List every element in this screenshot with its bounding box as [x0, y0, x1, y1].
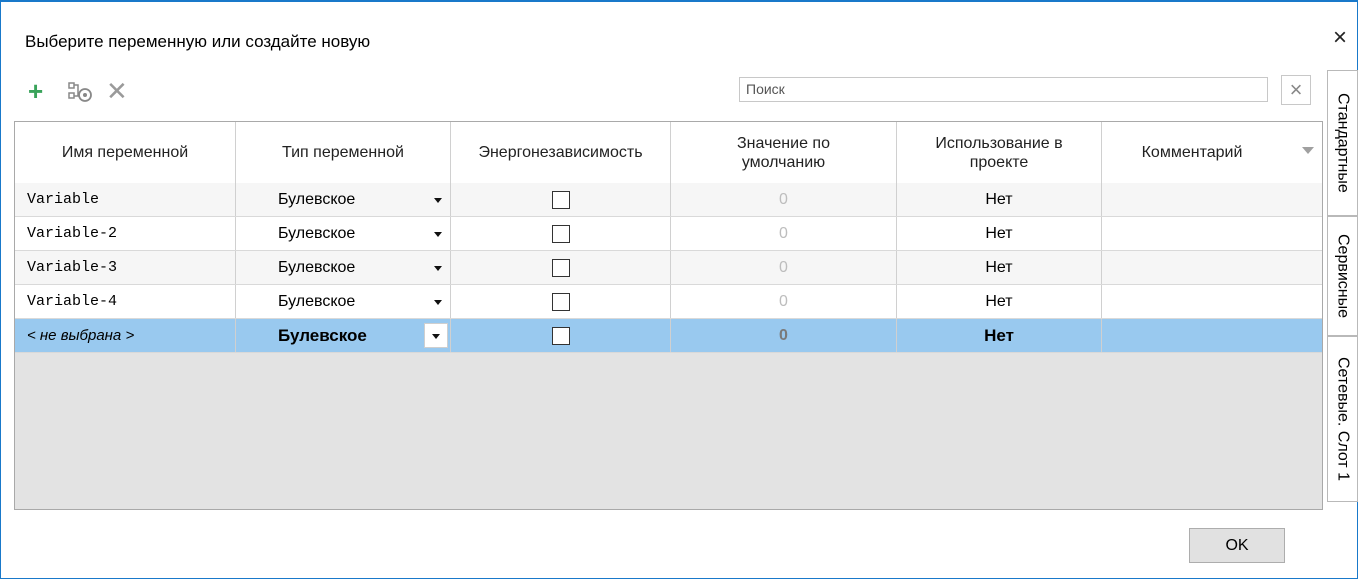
- variable-name[interactable]: < не выбрана >: [15, 319, 236, 352]
- tab-service-label: Сервисные: [1334, 233, 1352, 319]
- default-value[interactable]: 0: [671, 285, 897, 318]
- column-header-retain[interactable]: Энергонезависимость: [451, 122, 671, 183]
- usage-value: Нет: [897, 183, 1102, 216]
- variable-name[interactable]: Variable-2: [15, 217, 236, 250]
- tab-standard[interactable]: Стандартные: [1327, 70, 1358, 216]
- table-row[interactable]: Variable-4 Булевское 0 Нет: [15, 285, 1322, 319]
- tab-service[interactable]: Сервисные: [1327, 216, 1358, 336]
- chevron-down-icon[interactable]: [434, 232, 442, 237]
- column-header-type[interactable]: Тип переменной: [236, 122, 451, 183]
- retain-checkbox[interactable]: [551, 292, 570, 311]
- search-input[interactable]: Поиск: [739, 77, 1268, 102]
- table-row[interactable]: Variable-2 Булевское 0 Нет: [15, 217, 1322, 251]
- retain-cell: [451, 183, 671, 216]
- comment-cell[interactable]: [1102, 319, 1322, 352]
- variable-name[interactable]: Variable: [15, 183, 236, 216]
- variable-type-select[interactable]: Булевское: [236, 319, 451, 352]
- column-header-comment-label: Комментарий: [1141, 144, 1243, 161]
- retain-checkbox[interactable]: [551, 190, 570, 209]
- variable-type-value: Булевское: [278, 190, 356, 208]
- variable-type-select[interactable]: Булевское: [236, 251, 451, 284]
- retain-cell: [451, 217, 671, 250]
- default-value[interactable]: 0: [671, 217, 897, 250]
- comment-cell[interactable]: [1102, 285, 1322, 318]
- retain-checkbox[interactable]: [551, 224, 570, 243]
- usage-value: Нет: [897, 285, 1102, 318]
- retain-checkbox[interactable]: [551, 326, 570, 345]
- column-header-default[interactable]: Значение по умолчанию: [671, 122, 897, 183]
- variable-type-select[interactable]: Булевское: [236, 183, 451, 216]
- column-header-name[interactable]: Имя переменной: [15, 122, 236, 183]
- dropdown-button[interactable]: [424, 323, 448, 348]
- tab-standard-label: Стандартные: [1334, 93, 1352, 193]
- chevron-down-icon[interactable]: [1302, 147, 1314, 154]
- default-value[interactable]: 0: [671, 183, 897, 216]
- chevron-down-icon[interactable]: [434, 266, 442, 271]
- dialog-title: Выберите переменную или создайте новую: [25, 32, 371, 51]
- chevron-down-icon: [432, 334, 440, 339]
- close-icon[interactable]: ×: [1333, 26, 1347, 50]
- search-clear-icon[interactable]: ×: [1281, 75, 1311, 105]
- variables-table: Имя переменной Тип переменной Энергонеза…: [14, 121, 1323, 510]
- tab-network-slot1-label: Сетевые. Слот 1: [1334, 356, 1352, 482]
- tab-network-slot1[interactable]: Сетевые. Слот 1: [1327, 336, 1358, 502]
- link-variables-icon[interactable]: [66, 80, 94, 108]
- variable-name[interactable]: Variable-3: [15, 251, 236, 284]
- variable-name[interactable]: Variable-4: [15, 285, 236, 318]
- retain-checkbox[interactable]: [551, 258, 570, 277]
- table-header: Имя переменной Тип переменной Энергонеза…: [15, 122, 1322, 184]
- column-header-comment[interactable]: Комментарий: [1102, 122, 1322, 183]
- usage-value: Нет: [897, 251, 1102, 284]
- usage-value: Нет: [897, 217, 1102, 250]
- comment-cell[interactable]: [1102, 217, 1322, 250]
- comment-cell[interactable]: [1102, 251, 1322, 284]
- retain-cell: [451, 251, 671, 284]
- retain-cell: [451, 285, 671, 318]
- column-header-usage[interactable]: Использование в проекте: [897, 122, 1102, 183]
- table-row[interactable]: Variable Булевское 0 Нет: [15, 183, 1322, 217]
- chevron-down-icon[interactable]: [434, 198, 442, 203]
- variable-type-value: Булевское: [278, 258, 356, 276]
- comment-cell[interactable]: [1102, 183, 1322, 216]
- retain-cell: [451, 319, 671, 352]
- default-value[interactable]: 0: [671, 251, 897, 284]
- table-row[interactable]: Variable-3 Булевское 0 Нет: [15, 251, 1322, 285]
- delete-icon[interactable]: ✕: [106, 78, 128, 104]
- plus-icon[interactable]: +: [28, 78, 43, 104]
- variable-type-select[interactable]: Булевское: [236, 285, 451, 318]
- variable-type-value: Булевское: [278, 292, 356, 310]
- variable-type-value: Булевское: [278, 325, 367, 345]
- variable-type-value: Булевское: [278, 224, 356, 242]
- chevron-down-icon[interactable]: [434, 300, 442, 305]
- default-value[interactable]: 0: [671, 319, 897, 352]
- usage-value: Нет: [897, 319, 1102, 352]
- variable-type-select[interactable]: Булевское: [236, 217, 451, 250]
- table-row-selected[interactable]: < не выбрана > Булевское 0 Нет: [15, 319, 1322, 353]
- ok-button[interactable]: OK: [1189, 528, 1285, 563]
